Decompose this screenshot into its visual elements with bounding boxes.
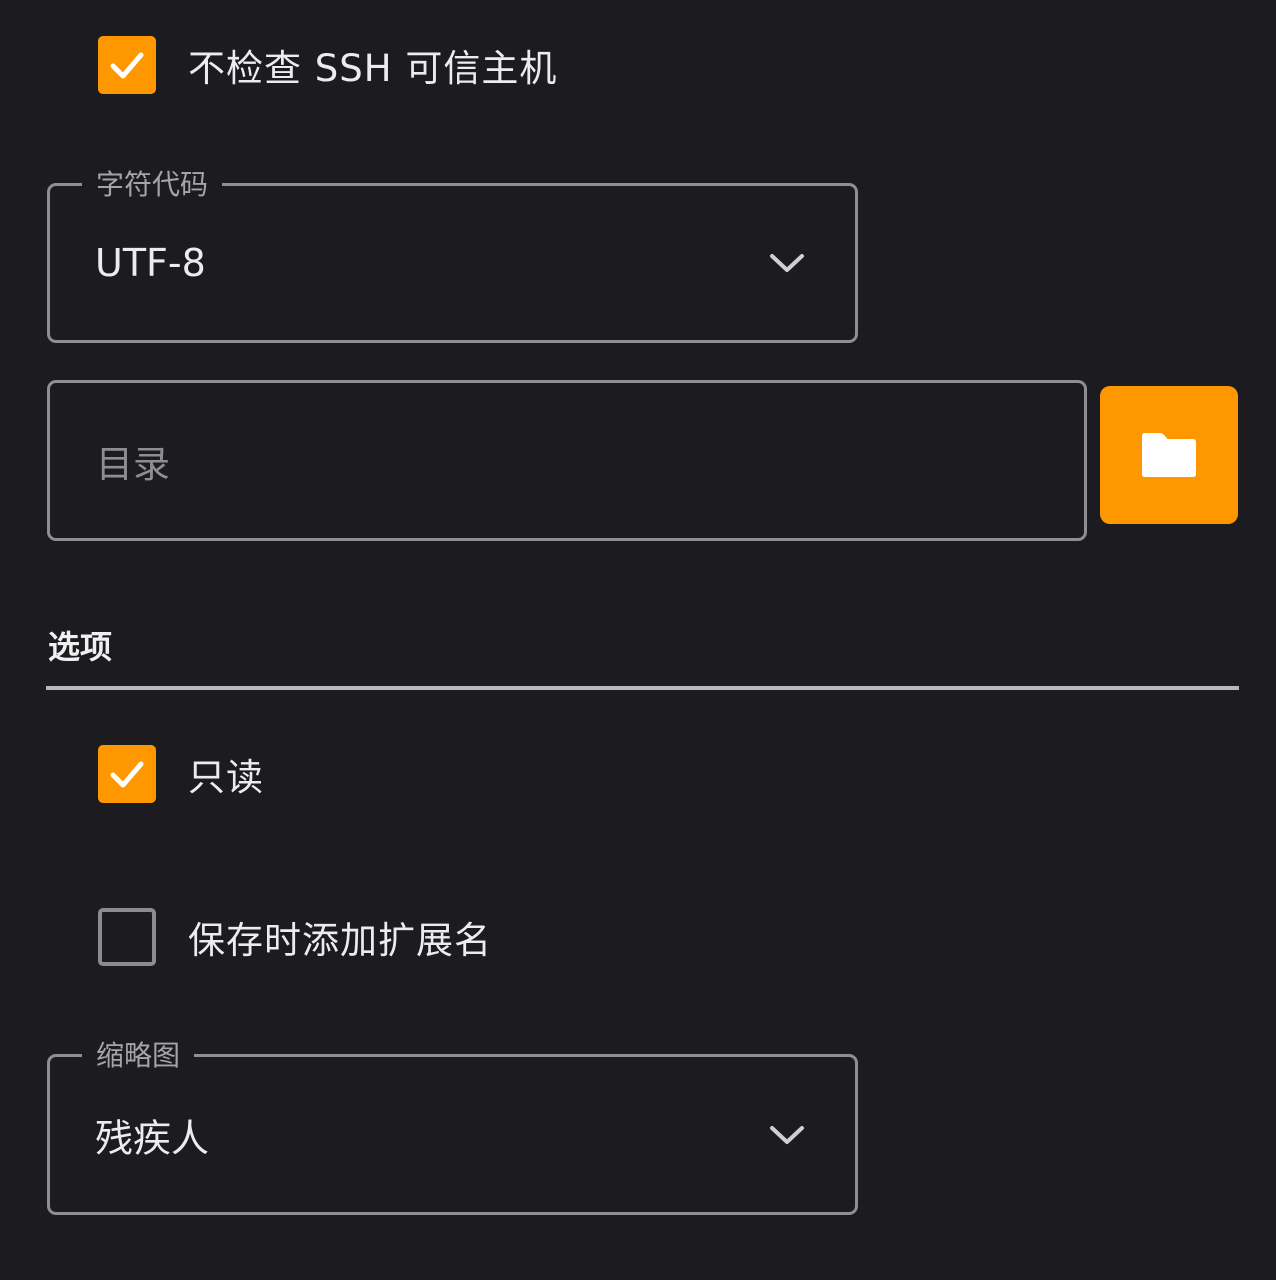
options-section-title: 选项 — [48, 628, 113, 666]
chevron-down-icon — [770, 1125, 804, 1144]
checkmark-icon — [110, 761, 144, 788]
thumbnail-value: 残疾人 — [95, 1116, 210, 1160]
add-extension-option[interactable]: 保存时添加扩展名 — [98, 907, 492, 967]
directory-placeholder: 目录 — [96, 442, 170, 486]
section-divider — [46, 686, 1239, 690]
folder-icon — [1142, 433, 1196, 477]
encoding-value: UTF-8 — [95, 241, 206, 285]
ssh-host-check-label: 不检查 SSH 可信主机 — [188, 47, 558, 90]
ssh-host-check-option[interactable]: 不检查 SSH 可信主机 — [98, 35, 557, 95]
browse-folder-button[interactable] — [1100, 386, 1238, 524]
chevron-down-icon — [770, 254, 804, 272]
encoding-label: 字符代码 — [82, 168, 223, 202]
directory-field[interactable]: 目录 — [47, 380, 1087, 541]
add-extension-label: 保存时添加扩展名 — [188, 919, 492, 962]
thumbnail-label: 缩略图 — [82, 1039, 195, 1073]
thumbnail-select[interactable]: 缩略图 残疾人 — [47, 1039, 858, 1215]
encoding-select[interactable]: 字符代码 UTF-8 — [47, 168, 858, 343]
checkmark-icon — [110, 52, 144, 79]
read-only-option[interactable]: 只读 — [98, 744, 264, 804]
add-extension-checkbox[interactable] — [98, 908, 156, 966]
read-only-checkbox[interactable] — [98, 745, 156, 803]
ssh-host-check-checkbox[interactable] — [98, 36, 156, 94]
read-only-label: 只读 — [188, 756, 264, 799]
